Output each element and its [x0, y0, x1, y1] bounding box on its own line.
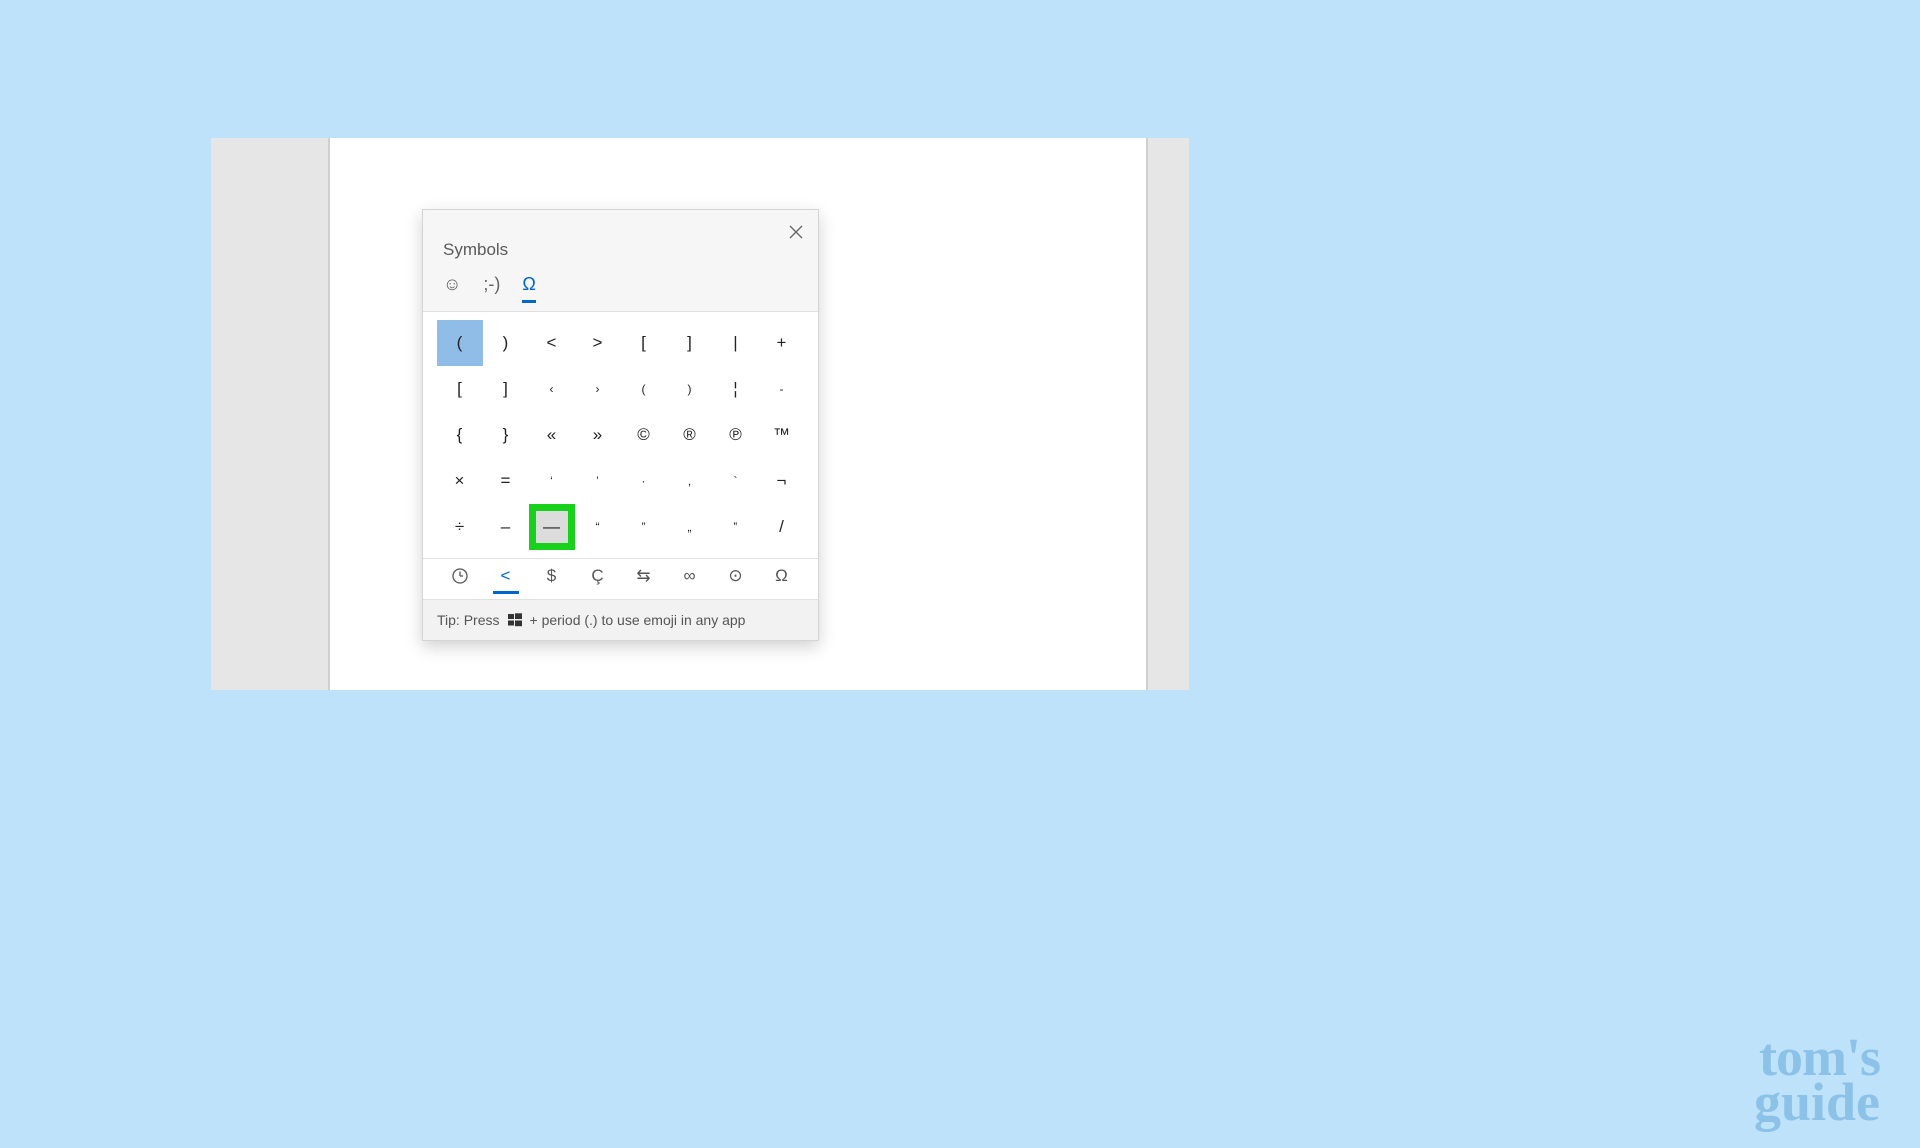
symbol-cell[interactable]: “ — [575, 504, 621, 550]
symbol-cell[interactable]: ‹ — [529, 366, 575, 412]
symbol-grid-area: ()<>[]|+[]‹›()¦-{}«»©®℗™×=‘’·,`¬÷–—“”„‟/ — [423, 311, 818, 559]
emoji-symbols-panel: Symbols ☺;-)Ω ()<>[]|+[]‹›()¦-{}«»©®℗™×=… — [422, 209, 819, 641]
page-right-edge — [1146, 138, 1148, 690]
category-arrows[interactable]: ⇆ — [621, 559, 667, 593]
symbol-cell[interactable]: ` — [713, 458, 759, 504]
symbol-cell[interactable]: - — [759, 366, 805, 412]
category-recent[interactable] — [437, 559, 483, 593]
symbol-cell[interactable]: / — [759, 504, 805, 550]
symbol-category-row: <$Ç⇆∞⊙Ω — [423, 559, 818, 599]
symbol-cell[interactable]: ÷ — [437, 504, 483, 550]
category-geom[interactable]: ⊙ — [713, 559, 759, 593]
panel-title: Symbols — [443, 240, 798, 260]
category-latin[interactable]: Ç — [575, 559, 621, 593]
symbol-cell[interactable]: } — [483, 412, 529, 458]
symbol-cell[interactable]: — — [529, 504, 575, 550]
symbol-cell[interactable]: [ — [621, 320, 667, 366]
symbol-cell[interactable]: ( — [621, 366, 667, 412]
tip-bar: Tip: Press + period (.) to use emoji in … — [423, 599, 818, 640]
tip-prefix: Tip: Press — [437, 612, 500, 628]
symbol-cell[interactable]: , — [667, 458, 713, 504]
category-lang[interactable]: Ω — [759, 559, 805, 593]
symbol-cell[interactable]: ™ — [759, 412, 805, 458]
symbol-cell[interactable]: ] — [483, 366, 529, 412]
symbol-cell[interactable]: ® — [667, 412, 713, 458]
symbol-cell[interactable]: › — [575, 366, 621, 412]
symbol-cell[interactable]: ” — [621, 504, 667, 550]
panel-header: Symbols — [423, 210, 818, 266]
symbol-cell[interactable]: | — [713, 320, 759, 366]
symbol-cell[interactable]: © — [621, 412, 667, 458]
watermark-line2: guide — [1754, 1080, 1880, 1124]
category-punct[interactable]: < — [483, 559, 529, 593]
symbol-cell[interactable]: ¬ — [759, 458, 805, 504]
symbol-cell[interactable]: » — [575, 412, 621, 458]
symbol-cell[interactable]: ‘ — [529, 458, 575, 504]
category-currency[interactable]: $ — [529, 559, 575, 593]
close-button[interactable] — [784, 220, 808, 244]
panel-tabs: ☺ ;-) Ω — [423, 266, 818, 311]
windows-key-icon — [508, 613, 522, 627]
symbol-cell[interactable]: > — [575, 320, 621, 366]
symbol-cell[interactable]: ℗ — [713, 412, 759, 458]
symbol-cell[interactable]: × — [437, 458, 483, 504]
symbol-cell[interactable]: · — [621, 458, 667, 504]
symbol-cell[interactable]: = — [483, 458, 529, 504]
close-icon — [789, 225, 803, 239]
document-screenshot: Symbols ☺;-)Ω ()<>[]|+[]‹›()¦-{}«»©®℗™×=… — [211, 138, 1189, 690]
symbol-cell[interactable]: – — [483, 504, 529, 550]
symbol-cell[interactable]: ) — [667, 366, 713, 412]
tab-emoji[interactable]: ☺ — [443, 274, 461, 299]
symbol-cell[interactable]: < — [529, 320, 575, 366]
tab-symbols[interactable]: Ω — [522, 274, 535, 299]
symbol-cell[interactable]: { — [437, 412, 483, 458]
symbol-cell[interactable]: „ — [667, 504, 713, 550]
symbol-cell[interactable]: [ — [437, 366, 483, 412]
symbol-cell[interactable]: ’ — [575, 458, 621, 504]
symbol-grid: ()<>[]|+[]‹›()¦-{}«»©®℗™×=‘’·,`¬÷–—“”„‟/ — [431, 320, 810, 550]
symbol-cell[interactable]: « — [529, 412, 575, 458]
watermark-logo: tom's guide — [1754, 1035, 1880, 1124]
symbol-cell[interactable]: ‟ — [713, 504, 759, 550]
symbol-cell[interactable]: + — [759, 320, 805, 366]
symbol-cell[interactable]: ) — [483, 320, 529, 366]
tab-kaomoji[interactable]: ;-) — [483, 274, 500, 299]
category-math[interactable]: ∞ — [667, 559, 713, 593]
symbol-cell[interactable]: ( — [437, 320, 483, 366]
clock-icon — [451, 567, 469, 585]
symbol-cell[interactable]: ¦ — [713, 366, 759, 412]
symbol-cell[interactable]: ] — [667, 320, 713, 366]
tip-suffix: + period (.) to use emoji in any app — [530, 612, 746, 628]
